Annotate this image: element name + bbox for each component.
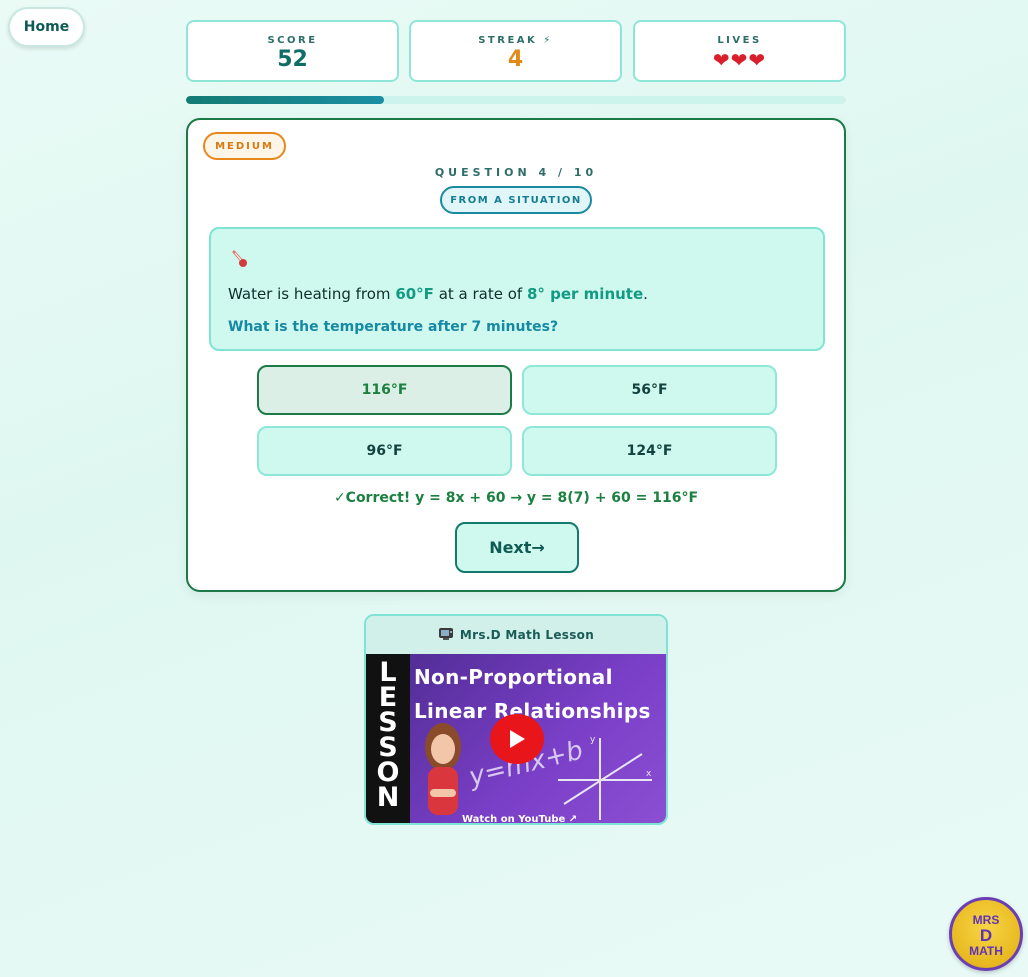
- streak-label: STREAK ⚡: [478, 35, 553, 46]
- next-button[interactable]: Next→: [455, 522, 579, 573]
- answer-choice-124[interactable]: 124°F: [522, 426, 777, 476]
- answer-choice-56[interactable]: 56°F: [522, 365, 777, 415]
- score-panel: SCORE 52: [186, 20, 399, 82]
- lesson-strip-letter: N: [376, 782, 400, 813]
- lives-hearts: ❤❤❤: [712, 48, 767, 72]
- video-title: Non-Proportional Linear Relationships: [414, 660, 666, 728]
- problem-statement: Water is heating from 60°F at a rate of …: [228, 285, 648, 303]
- answer-feedback: ✓Correct! y = 8x + 60 → y = 8(7) + 60 = …: [333, 490, 699, 506]
- svg-text:y: y: [590, 735, 596, 745]
- lives-label: LIVES: [717, 35, 762, 46]
- statement-mid: at a rate of: [433, 285, 527, 303]
- svg-text:MATH: MATH: [969, 944, 1003, 958]
- quiz-progress-fill: [186, 96, 384, 104]
- play-button[interactable]: [490, 714, 544, 764]
- lesson-strip: LESSON: [366, 654, 410, 823]
- statement-suffix: .: [643, 285, 648, 303]
- streak-value: 4: [507, 47, 524, 72]
- statement-prefix: Water is heating from: [228, 285, 396, 303]
- score-label: SCORE: [267, 35, 318, 46]
- svg-text:MRS: MRS: [973, 913, 1000, 927]
- question-prompt: What is the temperature after 7 minutes?: [228, 319, 559, 335]
- graph-axes-icon: y x: [556, 734, 656, 823]
- video-header-title: Mrs.D Math Lesson: [459, 628, 595, 642]
- heating-rate: 8° per minute: [526, 285, 644, 303]
- video-lesson-card: Mrs.D Math Lesson LESSON Non-Proportiona…: [364, 614, 668, 825]
- answer-choice-96[interactable]: 96°F: [257, 426, 512, 476]
- home-button[interactable]: Home: [8, 7, 85, 47]
- difficulty-badge: MEDIUM: [203, 132, 286, 160]
- tv-icon: [438, 627, 454, 644]
- mrs-d-math-logo: MRS D MATH: [949, 897, 1023, 971]
- video-header: Mrs.D Math Lesson: [366, 616, 666, 654]
- quiz-progress-bar: [186, 96, 846, 104]
- score-value: 52: [277, 47, 308, 72]
- start-temperature: 60°F: [395, 285, 434, 303]
- lives-panel: LIVES ❤❤❤: [633, 20, 846, 82]
- question-type-badge: FROM A SITUATION: [440, 186, 592, 214]
- streak-panel: STREAK ⚡ 4: [409, 20, 622, 82]
- thermometer-icon: [228, 248, 250, 275]
- video-thumbnail[interactable]: LESSON Non-Proportional Linear Relations…: [366, 654, 666, 823]
- question-number: QUESTION 4 / 10: [434, 166, 598, 179]
- svg-text:D: D: [980, 926, 992, 945]
- problem-box: Water is heating from 60°F at a rate of …: [209, 227, 825, 351]
- question-card: MEDIUM QUESTION 4 / 10 FROM A SITUATION …: [186, 118, 846, 592]
- svg-text:x: x: [646, 769, 652, 779]
- teacher-avatar: [418, 719, 468, 823]
- watch-on-youtube-link[interactable]: Watch on YouTube ↗: [462, 814, 577, 823]
- video-title-line1: Non-Proportional: [414, 665, 613, 689]
- answer-choice-116[interactable]: 116°F: [257, 365, 512, 415]
